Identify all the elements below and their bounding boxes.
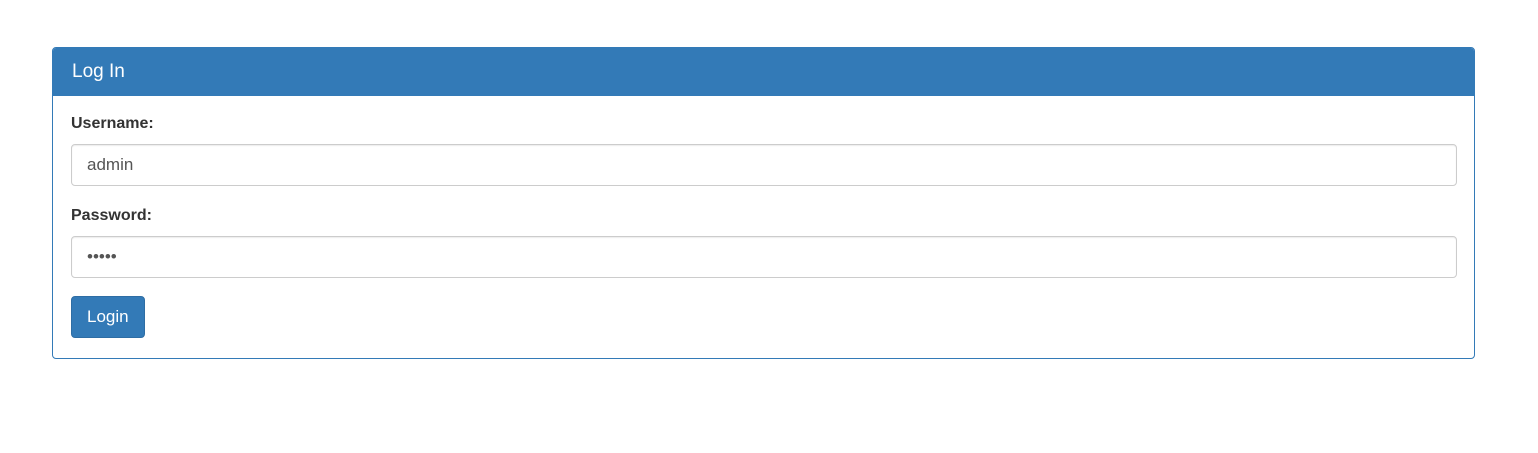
login-form: Username: Password: Login: [53, 96, 1474, 338]
password-label: Password:: [71, 207, 152, 224]
login-panel: Log In Username: Password: Login: [52, 47, 1475, 359]
password-group: Password:: [71, 206, 1457, 278]
username-group: Username:: [71, 114, 1457, 186]
password-input[interactable]: [71, 236, 1457, 278]
username-label: Username:: [71, 115, 154, 132]
username-input[interactable]: [71, 144, 1457, 186]
login-button[interactable]: Login: [71, 296, 145, 338]
panel-title: Log In: [72, 61, 125, 82]
panel-heading: Log In: [53, 48, 1474, 96]
